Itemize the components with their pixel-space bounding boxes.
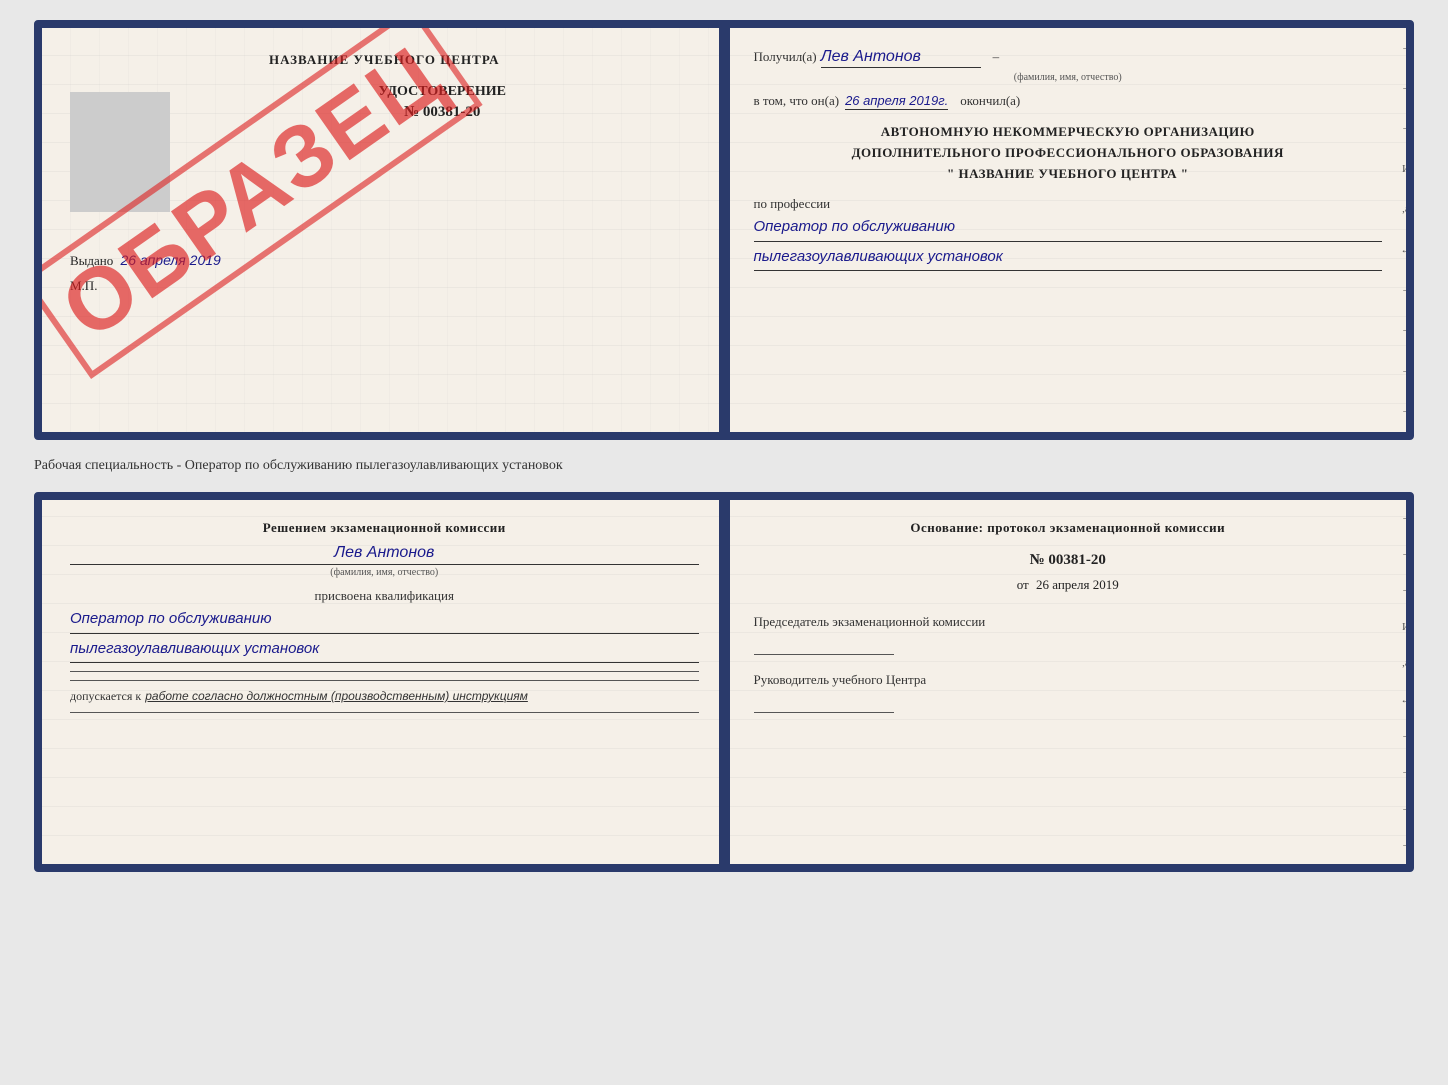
allowed-prefix: допускается к [70, 689, 141, 704]
cert-bottom-left: Решением экзаменационной комиссии Лев Ан… [42, 500, 730, 864]
certificate-top: НАЗВАНИЕ УЧЕБНОГО ЦЕНТРА ОБРАЗЕЦ УДОСТОВ… [34, 20, 1414, 440]
fio-label-bottom: (фамилия, имя, отчество) [70, 567, 699, 578]
protocol-number: № 00381-20 [754, 552, 1383, 569]
photo-placeholder [70, 92, 170, 212]
director-label: Руководитель учебного Центра [754, 671, 1383, 689]
chairman-signature [754, 635, 894, 655]
issued-date-value: 26 апреля 2019 [121, 252, 221, 268]
cert-doc-number: № 00381-20 [186, 104, 699, 121]
cert-doc-area: УДОСТОВЕРЕНИЕ № 00381-20 [70, 84, 699, 212]
issued-block: Выдано 26 апреля 2019 [70, 252, 699, 270]
decision-text: Решением экзаменационной комиссии [70, 520, 699, 536]
profession-label: по профессии [754, 196, 1383, 212]
side-dashes-top: – – – И ,а ← – – – – [1398, 28, 1414, 432]
director-signature [754, 693, 894, 713]
allowed-text: допускается к работе согласно должностны… [70, 689, 699, 704]
cert-bottom-right: Основание: протокол экзаменационной коми… [730, 500, 1407, 864]
basis-text: Основание: протокол экзаменационной коми… [754, 520, 1383, 536]
person-name-bottom: Лев Антонов [70, 544, 699, 565]
mp-label: М.П. [70, 278, 699, 294]
chairman-label: Председатель экзаменационной комиссии [754, 613, 1383, 631]
date-value: 26 апреля 2019г. [845, 93, 948, 110]
allowed-italic: работе согласно должностным (производств… [145, 689, 528, 703]
side-dashes-bottom: – – – И ,а ← – – – – [1398, 500, 1414, 864]
cert-top-right: Получил(а) Лев Антонов – (фамилия, имя, … [730, 28, 1407, 432]
qual-line2: пылегазоулавливающих установок [70, 638, 699, 664]
date-prefix: в том, что он(а) [754, 93, 840, 109]
separator-1 [70, 671, 699, 672]
received-name: Лев Антонов [821, 48, 981, 68]
certificate-bottom: Решением экзаменационной комиссии Лев Ан… [34, 492, 1414, 872]
between-label: Рабочая специальность - Оператор по обсл… [34, 452, 1414, 480]
finished-label: окончил(а) [960, 93, 1020, 109]
cert-id-block: УДОСТОВЕРЕНИЕ № 00381-20 [186, 84, 699, 129]
cert-doc-type: УДОСТОВЕРЕНИЕ [186, 84, 699, 100]
protocol-date: от 26 апреля 2019 [754, 577, 1383, 593]
qual-line1: Оператор по обслуживанию [70, 608, 699, 634]
page-wrapper: НАЗВАНИЕ УЧЕБНОГО ЦЕНТРА ОБРАЗЕЦ УДОСТОВ… [34, 20, 1414, 872]
received-prefix: Получил(а) [754, 49, 817, 65]
issued-label: Выдано 26 апреля 2019 [70, 213, 221, 268]
separator-2 [70, 680, 699, 681]
separator-3 [70, 712, 699, 713]
cert-top-left: НАЗВАНИЕ УЧЕБНОГО ЦЕНТРА ОБРАЗЕЦ УДОСТОВ… [42, 28, 730, 432]
org-name-block: АВТОНОМНУЮ НЕКОММЕРЧЕСКУЮ ОРГАНИЗАЦИЮ ДО… [754, 122, 1383, 184]
profession-line2: пылегазоулавливающих установок [754, 246, 1383, 272]
profession-line1: Оператор по обслуживанию [754, 216, 1383, 242]
date-line: в том, что он(а) 26 апреля 2019г. окончи… [754, 93, 1383, 110]
school-name-top: НАЗВАНИЕ УЧЕБНОГО ЦЕНТРА [70, 52, 699, 68]
received-line: Получил(а) Лев Антонов – [754, 48, 1383, 68]
assigned-label: присвоена квалификация [70, 588, 699, 604]
fio-label-top: (фамилия, имя, отчество) [754, 72, 1383, 83]
